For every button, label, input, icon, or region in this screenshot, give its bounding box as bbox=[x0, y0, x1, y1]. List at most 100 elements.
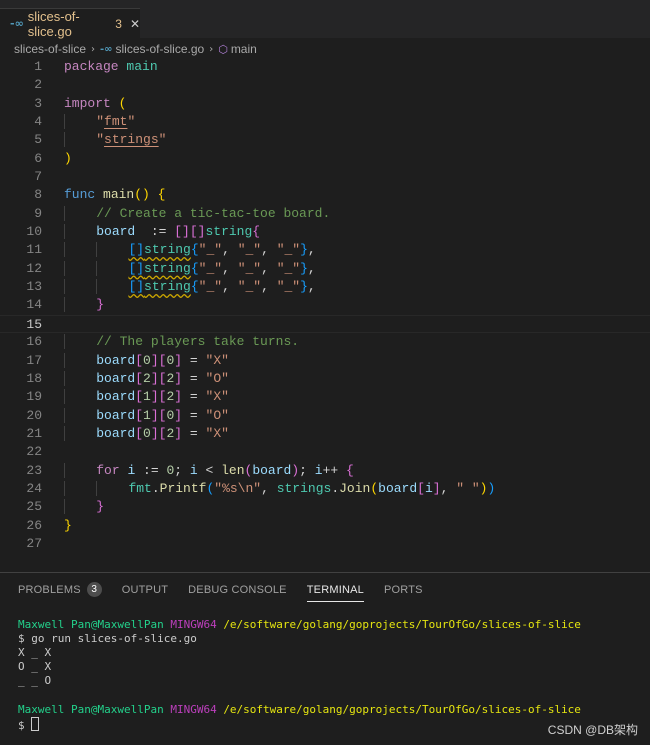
bottom-panel: PROBLEMS 3 OUTPUT DEBUG CONSOLE TERMINAL PORT… bbox=[0, 572, 650, 745]
code-line[interactable]: 17 board[0][0] = "X" bbox=[0, 352, 650, 370]
code-text: "strings" bbox=[64, 131, 166, 149]
code-line[interactable]: 5 "strings" bbox=[0, 131, 650, 149]
line-number: 9 bbox=[34, 205, 42, 221]
editor-tab-bar: -∞ slices-of-slice.go 3 ✕ bbox=[0, 0, 650, 39]
breadcrumb-folder[interactable]: slices-of-slice bbox=[14, 42, 86, 56]
line-number: 1 bbox=[34, 59, 42, 74]
terminal-path: /e/software/golang/goprojects/TourOfGo/s… bbox=[223, 618, 581, 631]
tab-debug-console[interactable]: DEBUG CONSOLE bbox=[188, 573, 287, 606]
code-text: []string{"_", "_", "_"}, bbox=[64, 260, 316, 278]
code-text: package main bbox=[64, 59, 158, 74]
code-line[interactable]: 20 board[1][0] = "O" bbox=[0, 407, 650, 425]
code-text: for i := 0; i < len(board); i++ { bbox=[64, 462, 354, 480]
code-line[interactable]: 22 bbox=[0, 443, 650, 461]
line-number: 10 bbox=[26, 224, 42, 240]
code-line[interactable]: 7 bbox=[0, 168, 650, 186]
line-number: 5 bbox=[34, 132, 42, 148]
line-number: 13 bbox=[26, 279, 42, 295]
terminal-output-line: O _ X bbox=[18, 660, 52, 674]
code-text: []string{"_", "_", "_"}, bbox=[64, 278, 316, 296]
line-number: 19 bbox=[26, 389, 42, 405]
code-line[interactable]: 4 "fmt" bbox=[0, 113, 650, 131]
breadcrumb-symbol[interactable]: main bbox=[231, 42, 257, 56]
terminal[interactable]: Maxwell Pan@MaxwellPan MINGW64 /e/softwa… bbox=[18, 618, 581, 733]
code-text: // The players take turns. bbox=[64, 333, 299, 351]
code-text: } bbox=[64, 498, 104, 516]
tab-ports[interactable]: PORTS bbox=[384, 573, 423, 606]
code-text: board[0][2] = "X" bbox=[64, 425, 229, 443]
code-line[interactable]: 3 import ( bbox=[0, 95, 650, 113]
terminal-prompt: $ bbox=[18, 632, 25, 646]
code-line[interactable]: 18 board[2][2] = "O" bbox=[0, 370, 650, 388]
code-line[interactable]: 8 func main() { bbox=[0, 186, 650, 204]
code-line[interactable]: 14 } bbox=[0, 296, 650, 314]
line-number: 3 bbox=[34, 95, 42, 111]
close-icon[interactable]: ✕ bbox=[130, 17, 140, 31]
terminal-command: go run slices-of-slice.go bbox=[31, 632, 197, 646]
line-number: 27 bbox=[26, 535, 42, 551]
code-line[interactable]: 13 []string{"_", "_", "_"}, bbox=[0, 278, 650, 296]
line-number: 11 bbox=[26, 242, 42, 258]
code-line[interactable]: 12 []string{"_", "_", "_"}, bbox=[0, 260, 650, 278]
code-line[interactable]: 15 bbox=[0, 314, 650, 334]
code-text: board[2][2] = "O" bbox=[64, 370, 229, 388]
code-line[interactable]: 24 fmt.Printf("%s\n", strings.Join(board… bbox=[0, 480, 650, 498]
line-number: 18 bbox=[26, 370, 42, 386]
code-line[interactable]: 27 bbox=[0, 535, 650, 553]
terminal-prompt: $ bbox=[18, 718, 25, 732]
line-number: 16 bbox=[26, 334, 42, 350]
panel-tab-label: OUTPUT bbox=[121, 583, 169, 596]
terminal-path: /e/software/golang/goprojects/TourOfGo/s… bbox=[223, 702, 581, 716]
tab-problem-count: 3 bbox=[115, 16, 122, 31]
line-number: 25 bbox=[26, 499, 42, 515]
code-line[interactable]: 19 board[1][2] = "X" bbox=[0, 388, 650, 406]
code-line[interactable]: 2 bbox=[0, 76, 650, 94]
code-text: board[0][0] = "X" bbox=[64, 352, 229, 370]
line-number: 26 bbox=[26, 517, 42, 533]
panel-tab-label: PROBLEMS bbox=[18, 583, 81, 596]
line-number: 8 bbox=[34, 187, 42, 203]
code-text: func main() { bbox=[64, 187, 166, 203]
go-file-icon: -∞ bbox=[10, 17, 24, 30]
terminal-output-line: _ _ O bbox=[18, 674, 52, 688]
terminal-env: MINGW64 bbox=[170, 618, 217, 631]
file-tab[interactable]: -∞ slices-of-slice.go 3 ✕ bbox=[0, 8, 140, 39]
code-line[interactable]: 1 package main bbox=[0, 58, 650, 76]
code-text: "fmt" bbox=[64, 113, 135, 131]
go-file-icon: -∞ bbox=[100, 43, 113, 55]
code-line[interactable]: 16 // The players take turns. bbox=[0, 333, 650, 351]
chevron-right-icon: › bbox=[91, 43, 96, 55]
watermark: CSDN @DB架构 bbox=[547, 723, 638, 737]
breadcrumb: slices-of-slice › -∞ slices-of-slice.go … bbox=[0, 38, 650, 60]
code-editor[interactable]: 1 package main 2 3 import ( 4 "fmt" 5 "strings… bbox=[0, 58, 650, 553]
code-line[interactable]: 21 board[0][2] = "X" bbox=[0, 425, 650, 443]
code-text: fmt.Printf("%s\n", strings.Join(board[i]… bbox=[64, 480, 495, 498]
code-line[interactable]: 6) bbox=[0, 150, 650, 168]
code-line[interactable]: 25 } bbox=[0, 498, 650, 516]
tab-problems[interactable]: PROBLEMS 3 bbox=[18, 573, 102, 606]
terminal-cursor[interactable] bbox=[31, 716, 40, 731]
line-number: 20 bbox=[26, 407, 42, 423]
tab-output[interactable]: OUTPUT bbox=[122, 573, 168, 606]
code-line[interactable]: 11 []string{"_", "_", "_"}, bbox=[0, 241, 650, 259]
code-text: board[1][0] = "O" bbox=[64, 407, 229, 425]
panel-tab-label: PORTS bbox=[383, 583, 423, 596]
tab-filename: slices-of-slice.go bbox=[27, 8, 80, 39]
tab-terminal[interactable]: TERMINAL bbox=[306, 573, 365, 606]
terminal-user-host: Maxwell Pan@MaxwellPan bbox=[18, 702, 164, 716]
code-line[interactable]: 26} bbox=[0, 517, 650, 535]
line-number: 21 bbox=[26, 425, 42, 441]
line-number: 14 bbox=[26, 297, 42, 313]
breadcrumb-file[interactable]: slices-of-slice.go bbox=[116, 42, 205, 56]
line-number: 7 bbox=[34, 169, 42, 185]
line-number: 12 bbox=[26, 260, 42, 276]
code-line[interactable]: 10 board := [][]string{ bbox=[0, 223, 650, 241]
chevron-right-icon: › bbox=[209, 43, 214, 55]
code-line[interactable]: 23 for i := 0; i < len(board); i++ { bbox=[0, 462, 650, 480]
code-text: import ( bbox=[64, 95, 127, 111]
terminal-env: MINGW64 bbox=[170, 702, 217, 716]
code-text: ) bbox=[64, 150, 72, 166]
code-line[interactable]: 9 // Create a tic-tac-toe board. bbox=[0, 205, 650, 223]
code-text: board := [][]string{ bbox=[64, 223, 260, 241]
line-number: 22 bbox=[26, 444, 42, 460]
